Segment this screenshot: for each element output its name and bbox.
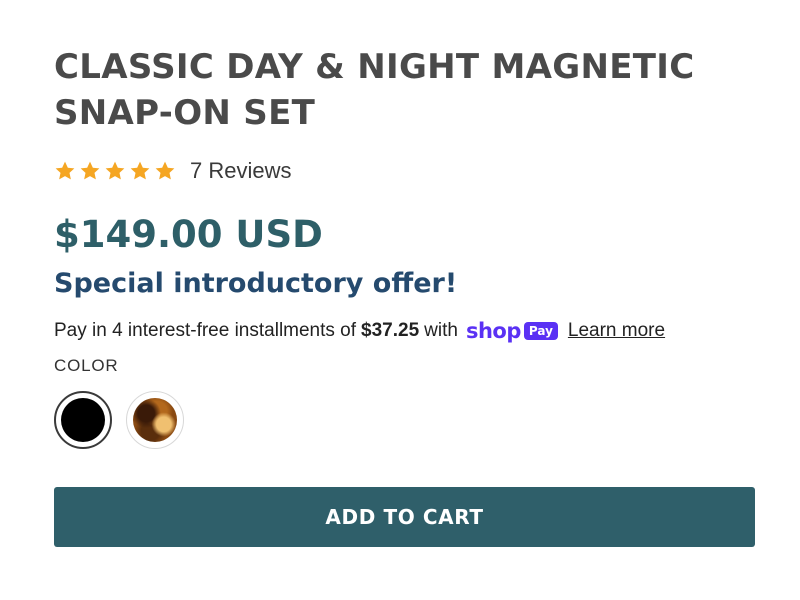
shop-pay-logo[interactable]: shop Pay xyxy=(466,319,558,343)
star-rating xyxy=(54,160,176,182)
learn-more-link[interactable]: Learn more xyxy=(568,320,665,342)
color-label: COLOR xyxy=(54,356,119,375)
shop-pay-badge: Pay xyxy=(523,322,558,340)
color-swatches xyxy=(54,391,184,449)
star-icon xyxy=(129,160,151,182)
installment-amount: $37.25 xyxy=(361,320,420,341)
black-swatch-color xyxy=(61,398,105,442)
installments-with: with xyxy=(424,320,458,341)
swatch-black[interactable] xyxy=(54,391,112,449)
star-icon xyxy=(104,160,126,182)
star-icon xyxy=(79,160,101,182)
reviews-link[interactable]: 7 Reviews xyxy=(190,158,291,184)
product-price: $149.00 USD xyxy=(54,213,323,256)
add-to-cart-button[interactable]: ADD TO CART xyxy=(54,487,755,547)
shop-pay-wordmark: shop xyxy=(465,319,521,343)
promo-text: Special introductory offer! xyxy=(54,268,458,299)
rating-row[interactable]: 7 Reviews xyxy=(54,154,291,188)
swatch-tortoise[interactable] xyxy=(126,391,184,449)
installments-text: Pay in 4 interest-free installments of xyxy=(54,320,357,341)
shop-pay-installments: Pay in 4 interest-free installments of $… xyxy=(54,316,665,346)
tortoise-swatch-color xyxy=(133,398,177,442)
product-title: CLASSIC DAY & NIGHT MAGNETIC SNAP-ON SET xyxy=(54,47,695,133)
star-icon xyxy=(54,160,76,182)
star-icon xyxy=(154,160,176,182)
